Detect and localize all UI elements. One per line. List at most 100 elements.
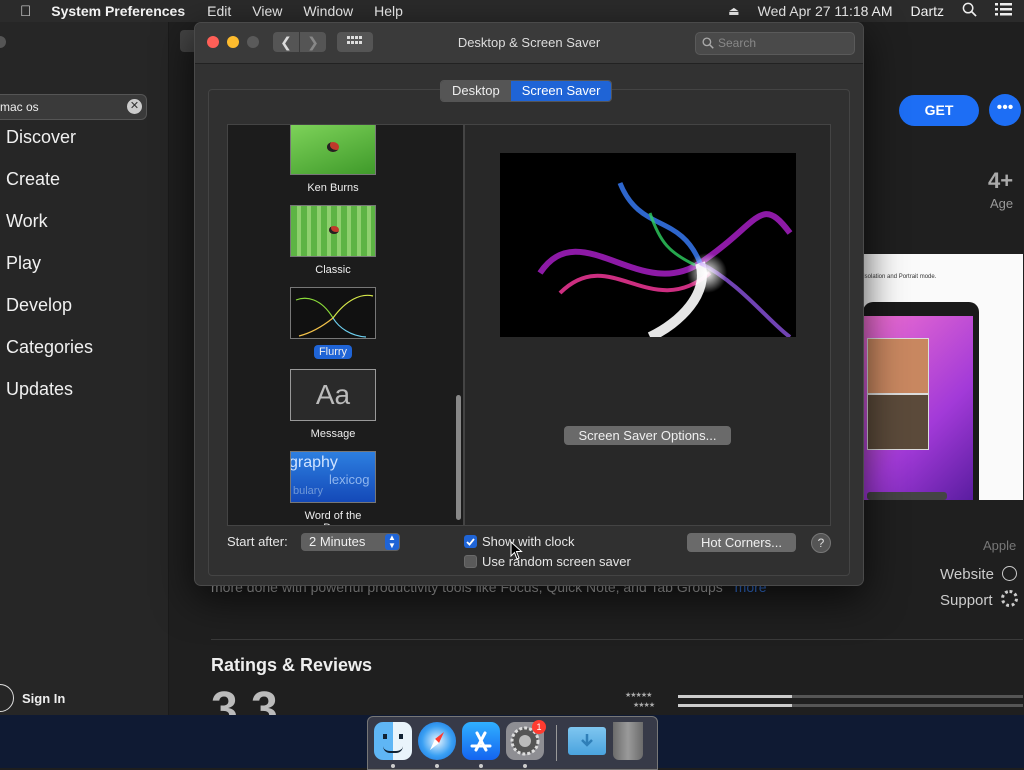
sidebar-item-categories[interactable]: Categories	[6, 337, 93, 358]
rating-bar-5	[678, 695, 1023, 698]
checkmark-icon	[466, 538, 475, 546]
age-rating: 4+	[988, 168, 1014, 193]
mouse-cursor-icon	[510, 541, 523, 560]
account-icon	[0, 684, 14, 712]
show-all-button[interactable]	[337, 32, 373, 52]
list-item-ken-burns[interactable]: Ken Burns	[290, 125, 376, 196]
spotlight-icon[interactable]	[962, 2, 977, 20]
grid-icon	[347, 36, 362, 44]
random-screen-saver-label[interactable]: Use random screen saver	[482, 554, 631, 569]
safari-running-indicator	[435, 764, 439, 768]
start-after-select[interactable]: 2 Minutes ▲ ▼	[301, 533, 400, 551]
menu-user[interactable]: Dartz	[911, 3, 944, 19]
ellipsis-icon: •••	[996, 99, 1014, 116]
compass-icon	[1002, 566, 1018, 581]
control-center-icon[interactable]	[995, 3, 1012, 19]
dock-separator	[556, 725, 557, 761]
sidebar-item-work[interactable]: Work	[6, 211, 48, 232]
list-item-word-of-the-day[interactable]: graphy lexicog bulary Word of the Day	[290, 451, 376, 525]
close-window-button[interactable]	[207, 36, 219, 48]
menu-app-name[interactable]: System Preferences	[51, 3, 185, 19]
dock: 1	[367, 716, 658, 770]
ladybug-leaf-thumbnail	[290, 125, 376, 175]
system-preferences-running-indicator	[523, 764, 527, 768]
screen-saver-options-button[interactable]: Screen Saver Options...	[564, 426, 731, 445]
zoom-window-button	[247, 36, 259, 48]
menu-bar:  System Preferences Edit View Window He…	[0, 0, 1024, 22]
help-button[interactable]: ?	[811, 533, 831, 553]
app-store-icon[interactable]	[462, 722, 500, 760]
app-store-running-indicator	[479, 764, 483, 768]
sidebar-item-discover[interactable]: Discover	[6, 127, 76, 148]
desktop-screen-saver-window: ❮ ❯ Desktop & Screen Saver Search Deskto…	[194, 22, 864, 586]
menu-clock[interactable]: Wed Apr 27 11:18 AM	[758, 3, 893, 19]
search-placeholder: Search	[718, 36, 757, 50]
safari-icon[interactable]	[418, 722, 456, 760]
sidebar-item-play[interactable]: Play	[6, 253, 41, 274]
rating-value: 3.3	[211, 683, 278, 715]
back-nav-button[interactable]: ❮	[273, 32, 299, 52]
flurry-thumbnail	[290, 287, 376, 339]
clear-search-icon[interactable]: ✕	[127, 99, 142, 114]
screen-saver-list[interactable]: Ken Burns Classic Flurry Aa Message grap…	[227, 124, 464, 526]
laptop-image	[863, 302, 979, 500]
notification-badge: 1	[532, 720, 546, 734]
show-with-clock-checkbox[interactable]	[464, 535, 477, 548]
show-with-clock-label[interactable]: Show with clock	[482, 534, 574, 549]
ratings-heading: Ratings & Reviews	[211, 655, 373, 675]
menu-help[interactable]: Help	[374, 3, 403, 19]
window-close-dim-icon[interactable]	[0, 36, 6, 48]
app-store-search-input[interactable]: mac os ✕	[0, 94, 147, 120]
finder-running-indicator	[391, 764, 395, 768]
eject-icon[interactable]: ⏏	[728, 4, 739, 18]
forward-nav-button[interactable]: ❯	[300, 32, 326, 52]
minimize-window-button[interactable]	[227, 36, 239, 48]
sidebar-item-create[interactable]: Create	[6, 169, 60, 190]
list-item-flurry[interactable]: Flurry	[290, 287, 376, 360]
menu-view[interactable]: View	[252, 3, 282, 19]
chevron-right-icon: ❯	[307, 34, 319, 50]
word-of-the-day-thumbnail: graphy lexicog bulary	[290, 451, 376, 503]
lifebuoy-icon	[1000, 590, 1018, 607]
finder-icon[interactable]	[374, 722, 412, 760]
get-button[interactable]: GET	[899, 95, 979, 126]
trash-icon[interactable]	[613, 722, 643, 760]
menu-edit[interactable]: Edit	[207, 3, 231, 19]
message-aa-thumbnail: Aa	[290, 369, 376, 421]
stars-4-icon: ★★★★	[633, 702, 655, 709]
stars-5-icon: ★★★★★	[625, 692, 652, 699]
section-divider	[211, 639, 1023, 640]
more-options-button[interactable]: •••	[989, 94, 1021, 126]
website-link[interactable]: Website	[940, 566, 1018, 583]
screen-saver-preview	[500, 153, 796, 337]
start-after-label: Start after:	[227, 534, 288, 549]
sidebar-item-updates[interactable]: Updates	[6, 379, 73, 400]
rating-bar-4	[678, 704, 1023, 707]
developer-name: Apple	[983, 538, 1017, 553]
chevron-left-icon: ❮	[280, 34, 292, 50]
tab-screen-saver[interactable]: Screen Saver	[510, 81, 612, 101]
downloads-folder-icon[interactable]	[568, 727, 606, 755]
sign-in-button[interactable]: Sign In	[0, 684, 65, 712]
age-label: Age	[990, 196, 1014, 211]
tab-control: Desktop Screen Saver	[440, 80, 613, 102]
screenshot-caption: Isolation and Portrait mode.	[863, 274, 937, 280]
tab-desktop[interactable]: Desktop	[441, 81, 511, 101]
window-titlebar[interactable]: ❮ ❯ Desktop & Screen Saver Search	[195, 23, 863, 64]
prefs-search-input[interactable]: Search	[695, 32, 855, 55]
list-item-message[interactable]: Aa Message	[290, 369, 376, 442]
preview-area	[464, 124, 831, 526]
hot-corners-button[interactable]: Hot Corners...	[687, 533, 796, 552]
app-screenshot[interactable]: Isolation and Portrait mode.	[863, 254, 1023, 500]
ladybug-grass-thumbnail	[290, 205, 376, 257]
sidebar-item-develop[interactable]: Develop	[6, 295, 72, 316]
apple-menu-icon[interactable]: 	[20, 3, 31, 20]
menu-window[interactable]: Window	[303, 3, 353, 19]
random-screen-saver-checkbox[interactable]	[464, 555, 477, 568]
chevron-up-down-icon: ▲ ▼	[385, 534, 399, 550]
search-icon	[702, 37, 714, 49]
list-item-classic[interactable]: Classic	[290, 205, 376, 278]
app-store-sidebar: mac os ✕ Discover Create Work Play Devel…	[0, 22, 169, 715]
list-scrollbar[interactable]	[456, 395, 461, 520]
support-link[interactable]: Support	[940, 590, 1018, 609]
